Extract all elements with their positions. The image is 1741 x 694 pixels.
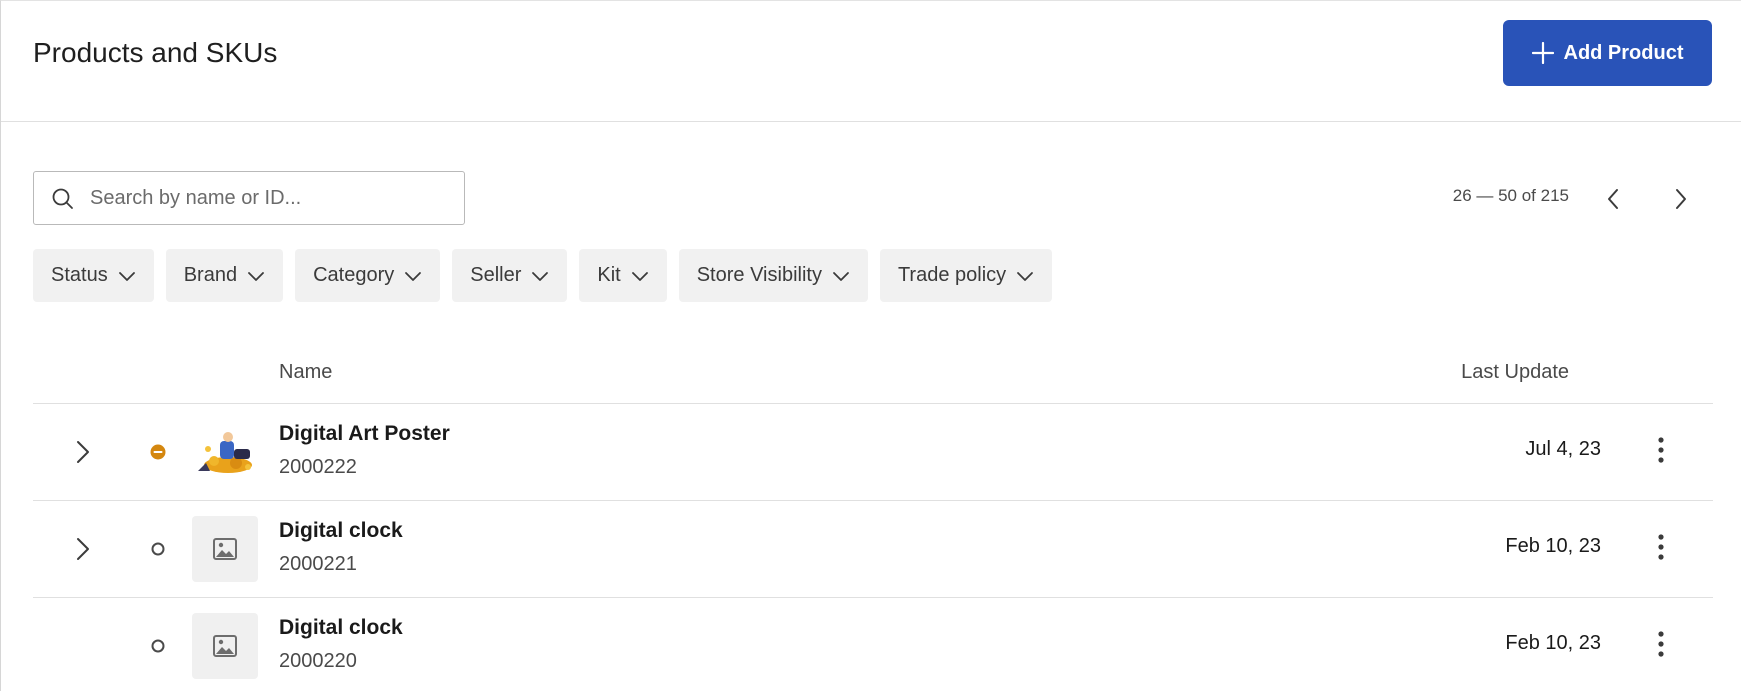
chevron-down-icon — [532, 271, 549, 281]
filter-bar: Status Brand Category Seller Kit Store V… — [33, 249, 1053, 302]
last-update-date: Feb 10, 23 — [1505, 535, 1601, 557]
product-name[interactable]: Digital Art Poster — [279, 422, 450, 446]
filter-status[interactable]: Status — [33, 249, 154, 302]
chevron-left-icon — [1608, 189, 1618, 209]
filter-store-visibility[interactable]: Store Visibility — [678, 249, 868, 302]
chevron-right-icon — [77, 538, 89, 560]
search-input[interactable] — [88, 185, 452, 211]
expand-row-button[interactable] — [71, 438, 95, 466]
product-name[interactable]: Digital clock — [279, 616, 403, 640]
last-update-date: Jul 4, 23 — [1525, 438, 1601, 460]
previous-page-button[interactable] — [1594, 179, 1634, 219]
page-header: Products and SKUs Add Product — [1, 1, 1741, 122]
plus-icon — [1531, 42, 1554, 64]
row-actions-button[interactable] — [1641, 624, 1681, 664]
product-thumbnail — [192, 516, 258, 582]
search-field[interactable] — [33, 171, 465, 225]
more-vertical-icon — [1658, 534, 1664, 560]
product-thumbnail — [192, 419, 258, 485]
image-placeholder-icon — [213, 538, 237, 560]
chevron-down-icon — [1017, 271, 1034, 281]
last-update-date: Feb 10, 23 — [1505, 632, 1601, 654]
chevron-down-icon — [833, 271, 849, 281]
chevron-right-icon — [77, 441, 89, 463]
filter-seller[interactable]: Seller — [452, 249, 568, 302]
product-id: 2000221 — [279, 553, 357, 575]
filter-brand[interactable]: Brand — [165, 249, 284, 302]
search-icon — [52, 188, 73, 209]
product-id: 2000222 — [279, 456, 357, 478]
table-row[interactable]: Digital clock 2000220 Feb 10, 23 — [33, 598, 1713, 694]
filter-label: Category — [313, 264, 395, 286]
product-id: 2000220 — [279, 650, 357, 672]
filter-label: Trade policy — [897, 264, 1007, 286]
product-name[interactable]: Digital clock — [279, 519, 403, 543]
chevron-down-icon — [118, 271, 135, 281]
art-illustration-icon — [198, 432, 252, 473]
app-frame: Products and SKUs Add Product 26 — 50 of… — [0, 0, 1741, 691]
row-actions-button[interactable] — [1641, 430, 1681, 470]
filter-kit[interactable]: Kit — [579, 249, 667, 302]
row-actions-button[interactable] — [1641, 527, 1681, 567]
more-vertical-icon — [1658, 631, 1664, 657]
pagination-range: 26 — 50 of 215 — [1452, 186, 1569, 205]
status-inactive-icon — [151, 542, 165, 556]
image-placeholder-icon — [213, 635, 237, 657]
chevron-right-icon — [1676, 189, 1686, 209]
expand-row-button[interactable] — [71, 535, 95, 563]
filter-trade-policy[interactable]: Trade policy — [879, 249, 1053, 302]
table-row[interactable]: Digital clock 2000221 Feb 10, 23 — [33, 501, 1713, 597]
filter-category[interactable]: Category — [295, 249, 441, 302]
chevron-down-icon — [631, 271, 648, 281]
filter-label: Brand — [183, 264, 238, 286]
status-partial-icon — [150, 444, 166, 460]
product-thumbnail — [192, 613, 258, 679]
add-product-button[interactable]: Add Product — [1503, 20, 1712, 86]
column-header-name[interactable]: Name — [279, 361, 332, 384]
add-product-label: Add Product — [1563, 41, 1684, 64]
filter-label: Kit — [597, 264, 621, 286]
more-vertical-icon — [1658, 437, 1664, 463]
filter-label: Seller — [470, 264, 522, 286]
chevron-down-icon — [405, 271, 422, 281]
filter-label: Store Visibility — [696, 264, 822, 286]
status-inactive-icon — [151, 639, 165, 653]
page-title: Products and SKUs — [33, 37, 278, 68]
column-header-last-update[interactable]: Last Update — [1401, 361, 1569, 384]
next-page-button[interactable] — [1660, 179, 1700, 219]
chevron-down-icon — [248, 271, 264, 281]
table-row[interactable]: Digital Art Poster 2000222 Jul 4, 23 — [33, 404, 1713, 500]
filter-label: Status — [51, 264, 108, 286]
